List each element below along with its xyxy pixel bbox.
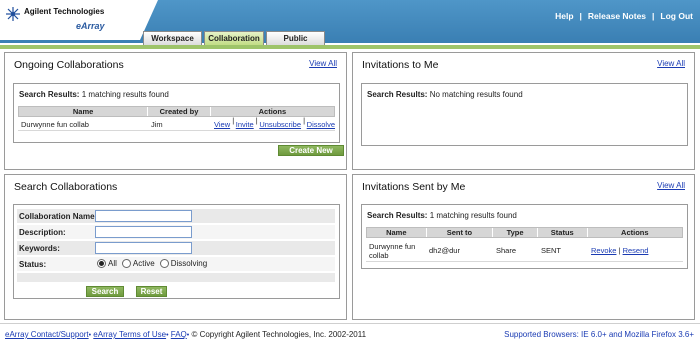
collaboration-name-input[interactable]: [95, 210, 192, 222]
product-name: eArray: [76, 21, 105, 31]
header-divider: [0, 45, 700, 49]
logo: Agilent Technologies eArray: [0, 0, 158, 40]
tab-workspace[interactable]: Workspace: [143, 31, 202, 45]
table-header: Name Sent to Type Status Actions: [366, 227, 683, 238]
faq-link[interactable]: FAQ: [171, 330, 187, 339]
row-actions: View | Invite | Unsubscribe | Dissolve: [214, 115, 336, 134]
created-by: Jim: [151, 120, 163, 129]
column-header-status: Status: [538, 228, 588, 237]
panel-title: Invitations to Me: [362, 59, 439, 71]
supported-browsers-text: Supported Browsers: IE 6.0+ and Mozilla …: [504, 330, 694, 339]
reset-button[interactable]: Reset: [136, 286, 167, 297]
table-row: Durwynne fun collab Jim View | Invite | …: [18, 115, 336, 134]
panel-title: Search Collaborations: [14, 181, 118, 193]
invite-name-line2: collab: [369, 250, 389, 260]
radio-label: Active: [132, 259, 155, 268]
results-box: Search Results: No matching results foun…: [361, 83, 688, 146]
keywords-input[interactable]: [95, 242, 192, 254]
sent-to: dh2@dur: [429, 246, 460, 255]
release-notes-link[interactable]: Release Notes: [588, 11, 646, 21]
radio-label: Dissolving: [170, 259, 208, 268]
invitations-sent-panel: Invitations Sent by Me View All Search R…: [352, 174, 695, 320]
unsubscribe-link[interactable]: Unsubscribe: [259, 120, 301, 129]
column-header-name: Name: [367, 228, 427, 237]
view-link[interactable]: View: [214, 120, 230, 129]
header-links: Help | Release Notes | Log Out: [555, 11, 693, 21]
collab-name: Durwynne fun collab: [21, 120, 89, 129]
results-summary: Search Results: 1 matching results found: [19, 90, 169, 99]
status-dissolving-radio[interactable]: [159, 259, 169, 268]
logout-link[interactable]: Log Out: [660, 11, 693, 21]
field-label: Status:: [19, 260, 47, 269]
revoke-link[interactable]: Revoke: [591, 246, 616, 255]
copyright-text: © Copyright Agilent Technologies, Inc. 2…: [191, 330, 367, 339]
invite-link[interactable]: Invite: [236, 120, 254, 129]
invite-name-line1: Durwynne fun: [369, 241, 416, 251]
row-actions: Revoke | Resend: [591, 246, 649, 255]
form-row-spacer: [17, 273, 335, 282]
results-box: Search Results: 1 matching results found…: [361, 204, 688, 269]
search-collaborations-panel: Search Collaborations Collaboration Name…: [4, 174, 347, 320]
results-summary: Search Results: No matching results foun…: [367, 90, 523, 99]
column-header-actions: Actions: [621, 228, 649, 237]
status-all-radio[interactable]: [97, 259, 106, 268]
search-form: Collaboration Name: Description: Keyword…: [13, 204, 340, 299]
panel-title: Invitations Sent by Me: [362, 181, 466, 193]
status-radio-group: All Active Dissolving: [97, 259, 210, 268]
table-header: Name Created by Actions: [18, 106, 335, 117]
resend-link[interactable]: Resend: [623, 246, 649, 255]
company-name: Agilent Technologies: [24, 7, 105, 16]
status-active-radio[interactable]: [121, 259, 131, 268]
panel-title: Ongoing Collaborations: [14, 59, 124, 71]
app-header: Agilent Technologies eArray Help | Release…: [0, 0, 700, 45]
table-row: Durwynne fun collab dh2@dur Share SENT R…: [366, 240, 683, 262]
agilent-spark-icon: [6, 7, 20, 21]
column-header-type: Type: [493, 228, 538, 237]
view-all-link[interactable]: View All: [657, 59, 685, 68]
ongoing-collaborations-panel: Ongoing Collaborations View All Search R…: [4, 52, 347, 170]
tab-public[interactable]: Public: [266, 31, 325, 45]
column-header-name: Name: [19, 107, 149, 116]
results-summary: Search Results: 1 matching results found: [367, 211, 517, 220]
radio-label: All: [108, 259, 117, 268]
page-footer: eArray Contact/Support• eArray Terms of …: [0, 323, 700, 343]
field-label: Keywords:: [19, 244, 60, 253]
results-box: Search Results: 1 matching results found…: [13, 83, 340, 143]
field-label: Collaboration Name:: [19, 212, 98, 221]
tab-collaboration[interactable]: Collaboration: [204, 31, 264, 45]
dissolve-link[interactable]: Dissolve: [307, 120, 335, 129]
invite-status: SENT: [541, 246, 562, 255]
column-header-sent-to: Sent to: [427, 228, 494, 237]
view-all-link[interactable]: View All: [657, 181, 685, 190]
footer-links: eArray Contact/Support• eArray Terms of …: [5, 330, 367, 339]
description-input[interactable]: [95, 226, 192, 238]
main-tabs: Workspace Collaboration Public: [143, 31, 327, 45]
column-header-created-by: Created by: [148, 107, 211, 116]
invite-name: Durwynne fun collab: [366, 240, 426, 261]
invite-type: Share: [496, 246, 517, 255]
view-all-link[interactable]: View All: [309, 59, 337, 68]
form-row-status: Status: All Active Dissolving: [17, 257, 335, 271]
help-link[interactable]: Help: [555, 11, 573, 21]
field-label: Description:: [19, 228, 66, 237]
form-row-description: Description:: [17, 225, 335, 239]
form-row-keywords: Keywords:: [17, 241, 335, 255]
form-row-name: Collaboration Name:: [17, 209, 335, 223]
contact-support-link[interactable]: eArray Contact/Support: [5, 330, 89, 339]
invitations-to-me-panel: Invitations to Me View All Search Result…: [352, 52, 695, 170]
search-button[interactable]: Search: [86, 286, 124, 297]
terms-of-use-link[interactable]: eArray Terms of Use: [93, 330, 166, 339]
create-new-button[interactable]: Create New: [278, 145, 344, 156]
